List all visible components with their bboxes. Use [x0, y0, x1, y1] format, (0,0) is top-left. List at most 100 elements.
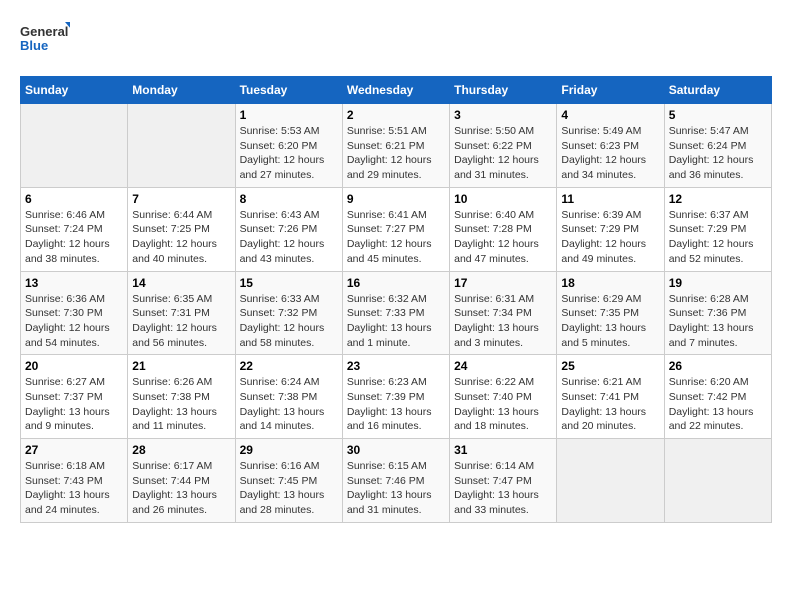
calendar-cell: 19Sunrise: 6:28 AM Sunset: 7:36 PM Dayli… [664, 271, 771, 355]
day-number: 29 [240, 443, 338, 457]
calendar-week-row: 13 Sunrise: 6:36 AM Sunset: 7:30 PM Dayli… [21, 271, 772, 355]
calendar-cell: 20 Sunrise: 6:27 AM Sunset: 7:37 PM Dayli… [21, 355, 128, 439]
day-info: Sunrise: 6:44 AM Sunset: 7:25 PM Dayligh… [132, 208, 230, 267]
day-number: 21 [132, 359, 230, 373]
day-number: 20 [25, 359, 123, 373]
day-info: Sunrise: 5:50 AM Sunset: 6:22 PM Dayligh… [454, 124, 552, 183]
day-number: 13 [25, 276, 123, 290]
day-info: Sunrise: 6:35 AM Sunset: 7:31 PM Dayligh… [132, 292, 230, 351]
day-number: 1 [240, 108, 338, 122]
day-number: 12 [669, 192, 767, 206]
day-info: Sunrise: 6:40 AM Sunset: 7:28 PM Dayligh… [454, 208, 552, 267]
day-info: Sunrise: 6:18 AM Sunset: 7:43 PM Dayligh… [25, 459, 123, 518]
calendar-cell [557, 439, 664, 523]
calendar-cell: 12 Sunrise: 6:37 AM Sunset: 7:29 PM Dayli… [664, 187, 771, 271]
calendar-cell: 6Sunrise: 6:46 AM Sunset: 7:24 PM Daylig… [21, 187, 128, 271]
day-info: Sunrise: 6:31 AM Sunset: 7:34 PM Dayligh… [454, 292, 552, 351]
calendar-cell: 10 Sunrise: 6:40 AM Sunset: 7:28 PM Dayli… [450, 187, 557, 271]
calendar-cell [664, 439, 771, 523]
calendar-cell: 26 Sunrise: 6:20 AM Sunset: 7:42 PM Dayli… [664, 355, 771, 439]
day-number: 15 [240, 276, 338, 290]
day-number: 7 [132, 192, 230, 206]
day-number: 26 [669, 359, 767, 373]
calendar-cell: 28 Sunrise: 6:17 AM Sunset: 7:44 PM Dayli… [128, 439, 235, 523]
day-number: 30 [347, 443, 445, 457]
calendar-cell: 22Sunrise: 6:24 AM Sunset: 7:38 PM Dayli… [235, 355, 342, 439]
calendar-cell: 30 Sunrise: 6:15 AM Sunset: 7:46 PM Dayli… [342, 439, 449, 523]
day-info: Sunrise: 5:49 AM Sunset: 6:23 PM Dayligh… [561, 124, 659, 183]
day-number: 10 [454, 192, 552, 206]
calendar-cell: 11Sunrise: 6:39 AM Sunset: 7:29 PM Dayli… [557, 187, 664, 271]
calendar-week-row: 20 Sunrise: 6:27 AM Sunset: 7:37 PM Dayli… [21, 355, 772, 439]
day-info: Sunrise: 6:16 AM Sunset: 7:45 PM Dayligh… [240, 459, 338, 518]
day-info: Sunrise: 6:17 AM Sunset: 7:44 PM Dayligh… [132, 459, 230, 518]
calendar-header-row: SundayMondayTuesdayWednesdayThursdayFrid… [21, 77, 772, 104]
day-info: Sunrise: 6:26 AM Sunset: 7:38 PM Dayligh… [132, 375, 230, 434]
calendar-cell: 29 Sunrise: 6:16 AM Sunset: 7:45 PM Dayli… [235, 439, 342, 523]
calendar-cell: 18Sunrise: 6:29 AM Sunset: 7:35 PM Dayli… [557, 271, 664, 355]
day-number: 9 [347, 192, 445, 206]
day-info: Sunrise: 6:33 AM Sunset: 7:32 PM Dayligh… [240, 292, 338, 351]
svg-text:General: General [20, 24, 68, 39]
calendar-cell: 7 Sunrise: 6:44 AM Sunset: 7:25 PM Daylig… [128, 187, 235, 271]
day-info: Sunrise: 5:47 AM Sunset: 6:24 PM Dayligh… [669, 124, 767, 183]
calendar-cell [21, 104, 128, 188]
day-info: Sunrise: 6:37 AM Sunset: 7:29 PM Dayligh… [669, 208, 767, 267]
calendar-cell: 21 Sunrise: 6:26 AM Sunset: 7:38 PM Dayli… [128, 355, 235, 439]
logo: General Blue [20, 20, 70, 60]
day-info: Sunrise: 6:22 AM Sunset: 7:40 PM Dayligh… [454, 375, 552, 434]
calendar-cell: 8Sunrise: 6:43 AM Sunset: 7:26 PM Daylig… [235, 187, 342, 271]
calendar-table: SundayMondayTuesdayWednesdayThursdayFrid… [20, 76, 772, 523]
day-info: Sunrise: 6:36 AM Sunset: 7:30 PM Dayligh… [25, 292, 123, 351]
day-info: Sunrise: 6:14 AM Sunset: 7:47 PM Dayligh… [454, 459, 552, 518]
page-header: General Blue [20, 20, 772, 60]
calendar-week-row: 1 Sunrise: 5:53 AM Sunset: 6:20 PM Daylig… [21, 104, 772, 188]
calendar-cell: 15 Sunrise: 6:33 AM Sunset: 7:32 PM Dayli… [235, 271, 342, 355]
col-header-monday: Monday [128, 77, 235, 104]
calendar-cell: 2Sunrise: 5:51 AM Sunset: 6:21 PM Daylig… [342, 104, 449, 188]
calendar-cell: 24Sunrise: 6:22 AM Sunset: 7:40 PM Dayli… [450, 355, 557, 439]
calendar-cell: 17 Sunrise: 6:31 AM Sunset: 7:34 PM Dayli… [450, 271, 557, 355]
day-info: Sunrise: 6:21 AM Sunset: 7:41 PM Dayligh… [561, 375, 659, 434]
calendar-cell: 25 Sunrise: 6:21 AM Sunset: 7:41 PM Dayli… [557, 355, 664, 439]
day-number: 23 [347, 359, 445, 373]
day-number: 31 [454, 443, 552, 457]
day-number: 3 [454, 108, 552, 122]
day-number: 25 [561, 359, 659, 373]
logo-svg: General Blue [20, 20, 70, 60]
day-number: 5 [669, 108, 767, 122]
calendar-cell: 13 Sunrise: 6:36 AM Sunset: 7:30 PM Dayli… [21, 271, 128, 355]
calendar-cell: 3 Sunrise: 5:50 AM Sunset: 6:22 PM Daylig… [450, 104, 557, 188]
calendar-cell: 5 Sunrise: 5:47 AM Sunset: 6:24 PM Daylig… [664, 104, 771, 188]
calendar-cell: 4 Sunrise: 5:49 AM Sunset: 6:23 PM Daylig… [557, 104, 664, 188]
day-info: Sunrise: 5:51 AM Sunset: 6:21 PM Dayligh… [347, 124, 445, 183]
day-info: Sunrise: 6:29 AM Sunset: 7:35 PM Dayligh… [561, 292, 659, 351]
calendar-cell: 23 Sunrise: 6:23 AM Sunset: 7:39 PM Dayli… [342, 355, 449, 439]
day-info: Sunrise: 5:53 AM Sunset: 6:20 PM Dayligh… [240, 124, 338, 183]
day-number: 4 [561, 108, 659, 122]
col-header-tuesday: Tuesday [235, 77, 342, 104]
day-info: Sunrise: 6:20 AM Sunset: 7:42 PM Dayligh… [669, 375, 767, 434]
col-header-friday: Friday [557, 77, 664, 104]
day-number: 17 [454, 276, 552, 290]
calendar-cell: 27 Sunrise: 6:18 AM Sunset: 7:43 PM Dayli… [21, 439, 128, 523]
col-header-thursday: Thursday [450, 77, 557, 104]
day-number: 27 [25, 443, 123, 457]
day-info: Sunrise: 6:15 AM Sunset: 7:46 PM Dayligh… [347, 459, 445, 518]
day-number: 8 [240, 192, 338, 206]
svg-text:Blue: Blue [20, 38, 48, 53]
calendar-week-row: 6Sunrise: 6:46 AM Sunset: 7:24 PM Daylig… [21, 187, 772, 271]
day-info: Sunrise: 6:32 AM Sunset: 7:33 PM Dayligh… [347, 292, 445, 351]
day-number: 11 [561, 192, 659, 206]
calendar-cell: 16Sunrise: 6:32 AM Sunset: 7:33 PM Dayli… [342, 271, 449, 355]
col-header-wednesday: Wednesday [342, 77, 449, 104]
day-number: 28 [132, 443, 230, 457]
day-number: 19 [669, 276, 767, 290]
day-number: 14 [132, 276, 230, 290]
col-header-sunday: Sunday [21, 77, 128, 104]
day-info: Sunrise: 6:23 AM Sunset: 7:39 PM Dayligh… [347, 375, 445, 434]
calendar-cell: 1 Sunrise: 5:53 AM Sunset: 6:20 PM Daylig… [235, 104, 342, 188]
calendar-cell: 14 Sunrise: 6:35 AM Sunset: 7:31 PM Dayli… [128, 271, 235, 355]
day-info: Sunrise: 6:27 AM Sunset: 7:37 PM Dayligh… [25, 375, 123, 434]
day-number: 6 [25, 192, 123, 206]
